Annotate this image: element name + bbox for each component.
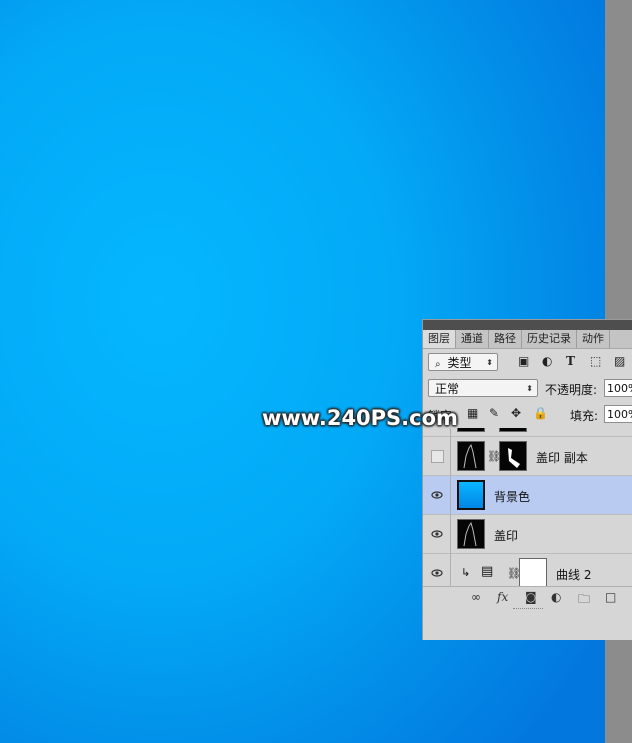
new-layer-icon[interactable]: □ bbox=[605, 590, 616, 604]
tab-actions[interactable]: 动作 bbox=[577, 330, 610, 348]
eye-icon[interactable] bbox=[431, 528, 443, 540]
visibility-column bbox=[423, 554, 451, 586]
layers-panel: 图层 通道 路径 历史记录 动作 ⌕ 类型 ⬍ ▣ ◐ T ⬚ ▨ 正常 ⬍ 不… bbox=[422, 319, 632, 640]
mask-shape-icon bbox=[508, 448, 520, 468]
eye-icon[interactable] bbox=[431, 489, 443, 501]
mask-thumbnail bbox=[499, 428, 527, 432]
visibility-toggle-empty[interactable] bbox=[431, 450, 444, 463]
filter-kind-value: 类型 bbox=[447, 356, 472, 370]
layer-name[interactable]: 盖印 bbox=[494, 527, 518, 544]
new-group-folder-icon[interactable]: 🗀 bbox=[578, 590, 590, 611]
visibility-column bbox=[423, 476, 451, 515]
layers-list[interactable]: ⛓ 盖印 副本 背景色 盖印 ↳ ▤ ⛓ 曲线 2 bbox=[423, 428, 632, 586]
lock-paint-brush-icon[interactable]: ✎ bbox=[489, 406, 499, 420]
filter-row: ⌕ 类型 ⬍ ▣ ◐ T ⬚ ▨ bbox=[423, 349, 632, 375]
layer-row-selected[interactable]: 背景色 bbox=[423, 476, 632, 515]
text-filter-icon[interactable]: T bbox=[566, 354, 575, 368]
layer-name[interactable]: 盖印 副本 bbox=[536, 449, 588, 466]
eye-icon[interactable] bbox=[431, 567, 443, 579]
visibility-column bbox=[423, 437, 451, 476]
layer-row[interactable]: 盖印 bbox=[423, 515, 632, 554]
panel-resize-grip[interactable] bbox=[513, 608, 543, 612]
layer-thumbnail bbox=[457, 480, 485, 510]
figure-silhouette-icon bbox=[463, 521, 477, 547]
lock-position-move-icon[interactable]: ✥ bbox=[511, 406, 521, 420]
lock-all-padlock-icon[interactable]: 🔒 bbox=[533, 406, 548, 420]
shape-filter-icon[interactable]: ⬚ bbox=[590, 354, 601, 368]
mask-thumbnail[interactable] bbox=[499, 441, 527, 471]
fill-input[interactable]: 100% bbox=[604, 405, 632, 423]
curves-adjustment-icon: ▤ bbox=[481, 564, 494, 579]
layer-thumbnail bbox=[457, 519, 485, 549]
mask-thumbnail[interactable] bbox=[519, 558, 547, 586]
fill-label: 填充: bbox=[570, 409, 599, 423]
visibility-column bbox=[423, 515, 451, 554]
blend-mode-value: 正常 bbox=[435, 382, 460, 396]
clipping-arrow-icon: ↳ bbox=[461, 566, 471, 579]
updown-arrow-icon: ⬍ bbox=[486, 358, 493, 367]
blend-row: 正常 ⬍ 不透明度: 100% bbox=[423, 375, 632, 401]
image-filter-icon[interactable]: ▣ bbox=[518, 354, 529, 368]
layer-row[interactable]: ↳ ▤ ⛓ 曲线 2 bbox=[423, 554, 632, 586]
lock-transparent-icon[interactable]: ▦ bbox=[467, 406, 478, 420]
smart-object-filter-icon[interactable]: ▨ bbox=[614, 354, 625, 368]
fx-icon[interactable]: fx bbox=[497, 590, 508, 604]
tab-channels[interactable]: 通道 bbox=[456, 330, 489, 348]
layer-name[interactable]: 曲线 2 bbox=[556, 566, 591, 583]
layer-name[interactable]: 背景色 bbox=[494, 488, 530, 505]
layer-thumbnail bbox=[457, 441, 485, 471]
filter-kind-select[interactable]: ⌕ 类型 ⬍ bbox=[428, 353, 498, 371]
figure-silhouette-icon bbox=[463, 443, 477, 469]
panel-footer: ∞ fx ◙ ◐ 🗀 □ bbox=[423, 586, 632, 609]
layer-row[interactable]: ⛓ 盖印 副本 bbox=[423, 437, 632, 476]
blend-mode-select[interactable]: 正常 ⬍ bbox=[428, 379, 538, 397]
new-adjustment-icon[interactable]: ◐ bbox=[551, 590, 561, 604]
tab-history[interactable]: 历史记录 bbox=[522, 330, 577, 348]
updown-arrow-icon: ⬍ bbox=[526, 384, 533, 393]
panel-title-bar[interactable] bbox=[423, 320, 632, 330]
layer-thumbnail bbox=[457, 428, 485, 432]
add-mask-icon[interactable]: ◙ bbox=[525, 590, 537, 604]
tab-paths[interactable]: 路径 bbox=[489, 330, 522, 348]
tab-layers[interactable]: 图层 bbox=[423, 330, 456, 348]
adjustment-filter-icon[interactable]: ◐ bbox=[542, 354, 552, 368]
panel-tabs: 图层 通道 路径 历史记录 动作 bbox=[423, 330, 632, 349]
opacity-label: 不透明度: bbox=[545, 383, 598, 397]
opacity-input[interactable]: 100% bbox=[604, 379, 632, 397]
link-layers-icon[interactable]: ∞ bbox=[471, 590, 481, 604]
search-icon: ⌕ bbox=[435, 359, 441, 370]
watermark-text: www.240PS.com bbox=[262, 406, 458, 430]
